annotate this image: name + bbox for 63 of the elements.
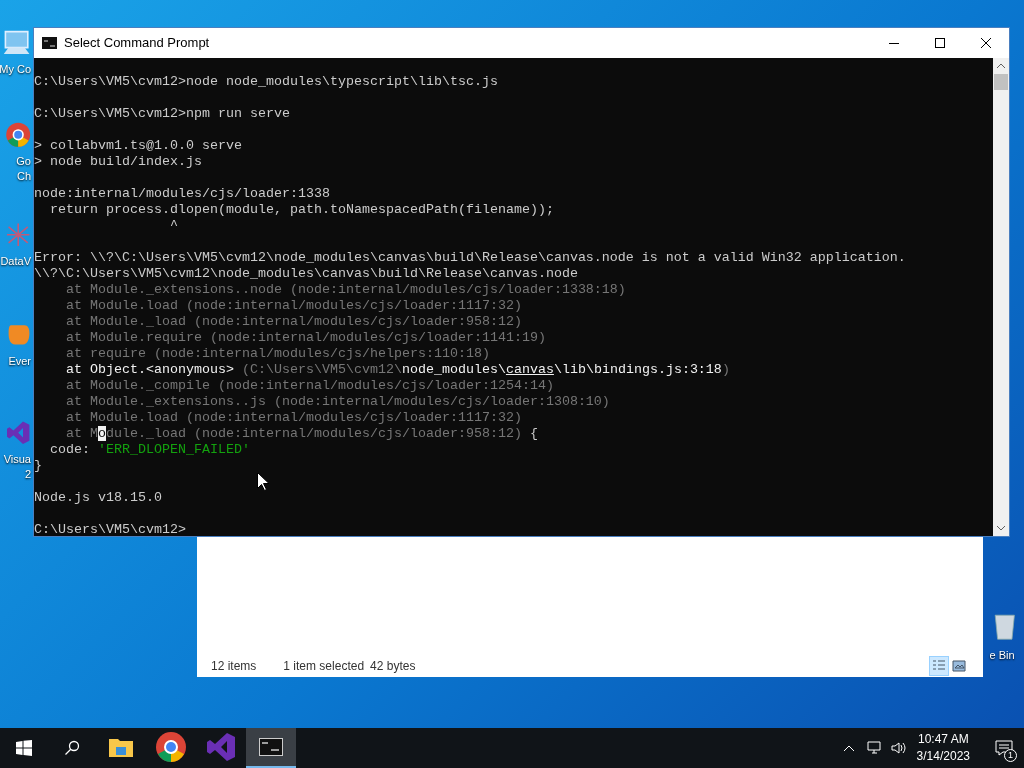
notifications-button[interactable]: 1 (984, 728, 1024, 768)
infinity-logo-icon (205, 731, 237, 763)
console-line: > collabvm1.ts@1.0.0 serve (34, 138, 242, 154)
clock-date[interactable]: 3/14/2023 (916, 748, 970, 765)
desktop-icon-label[interactable]: Go (16, 154, 31, 169)
desktop-icon-label[interactable]: 2 (24, 467, 31, 482)
console-line: } (34, 458, 42, 474)
window-title: Select Command Prompt (64, 34, 210, 53)
details-list-icon (932, 660, 946, 672)
desktop-icon-label[interactable]: Ever (8, 354, 31, 369)
image-preview-icon (952, 660, 966, 672)
browser-icon (155, 731, 187, 763)
console-line: at Object.<anonymous> (C:\Users\VM5\cvm12\node_modules\canvas\lib\bindings.js:3:18) (65, 362, 730, 378)
desktop-icon-label[interactable]: Visua (3, 452, 31, 467)
infinity-logo-icon (5, 420, 31, 446)
network-graph-icon (5, 222, 31, 248)
console-line: at Module._load (node:internal/modules/cjs/loader:958:12) { (65, 426, 538, 442)
chevron-up-icon[interactable] (842, 744, 855, 752)
desktop-icon-label[interactable]: My Co (0, 62, 31, 77)
clock-time[interactable]: 10:47 AM (917, 731, 969, 748)
console-line: C:\Users\VM5\cvm12>npm run serve (34, 106, 290, 122)
desktop-icon-label[interactable]: e Bin (989, 648, 1015, 663)
console-line: at Module.require (node:internal/modules/cjs/loader:1141:19) (65, 330, 546, 346)
console-line: at Module._compile (node:internal/modules/cjs/loader:1254:14) (65, 378, 554, 394)
console-line: ^ (168, 218, 178, 234)
desktop-icon-label[interactable]: DataV (0, 254, 31, 269)
console-line: node:internal/modules/cjs/loader:1338 (34, 186, 330, 202)
network-icon[interactable] (866, 741, 883, 755)
speech-bubble-icon (995, 740, 1013, 756)
taskbar-app-button[interactable] (246, 728, 296, 768)
console-line: Error: \\?\C:\Users\VM5\cvm12\node_modules\canvas\build\Release\canvas.node is not a valid Win32 application. (34, 250, 906, 266)
search-icon (64, 740, 80, 756)
console-line: code: 'ERR_DLOPEN_FAILED' (49, 442, 250, 458)
console-line: at require (node:internal/modules/cjs/helpers:110:18) (65, 346, 490, 362)
mouse-pointer-icon (257, 472, 269, 491)
console-line: at Module._extensions..node (node:internal/modules/cjs/loader:1338:18) (65, 282, 626, 298)
terminal-icon (259, 738, 283, 756)
console-line: at Module.load (node:internal/modules/cjs/loader:1117:32) (65, 298, 522, 314)
volume-icon[interactable] (890, 741, 907, 755)
console-line: C:\Users\VM5\cvm12>node node_modules\typescript\lib\tsc.js (34, 74, 498, 90)
status-text: 12 items (211, 658, 257, 675)
notification-badge: 1 (1004, 749, 1017, 762)
terminal-icon (42, 37, 57, 49)
status-text: 42 bytes (370, 658, 416, 675)
console-line: at Module.load (node:internal/modules/cjs/loader:1117:32) (65, 410, 522, 426)
console-line: > node build/index.js (34, 154, 202, 170)
status-text: 1 item selected (283, 658, 365, 675)
browser-icon (5, 122, 31, 148)
console-line: return process.dlopen(module, path.toNamespacedPath(filename)); (49, 202, 554, 218)
computer-icon (2, 30, 31, 56)
console-line: Node.js v18.15.0 (34, 490, 162, 506)
console-line: at Module._load (node:internal/modules/cjs/loader:958:12) (65, 314, 522, 330)
folder-icon (109, 737, 133, 757)
console-line: C:\Users\VM5\cvm12> (34, 522, 186, 536)
maximize-icon (935, 38, 945, 48)
console-line: \\?\C:\Users\VM5\cvm12\node_modules\canvas\build\Release\canvas.node (34, 266, 578, 282)
scroll-thumb[interactable] (994, 74, 1008, 90)
scrollbar[interactable] (993, 58, 1009, 536)
desktop-icon-label[interactable]: Ch (16, 169, 31, 184)
recycle-bin-icon (993, 612, 1016, 641)
close-icon (981, 38, 991, 48)
windows-logo-icon (16, 740, 32, 756)
console-line: at Module._extensions..js (node:internal/modules/cjs/loader:1308:10) (65, 394, 610, 410)
